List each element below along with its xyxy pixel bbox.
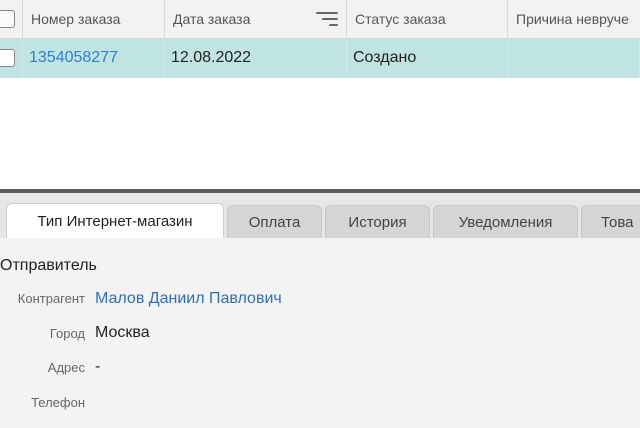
column-header-label: Номер заказа [31, 11, 121, 27]
field-label-address: Адрес [47, 360, 85, 375]
order-date-value: 12.08.2022 [171, 49, 252, 66]
counterparty-link[interactable]: Малов Даниил Павлович [95, 290, 282, 308]
tab-online-store-type[interactable]: Тип Интернет-магазин [6, 203, 224, 238]
detail-tabs: Тип Интернет-магазин Оплата История Увед… [0, 193, 640, 238]
tab-payment[interactable]: Оплата [227, 205, 322, 238]
order-number-link[interactable]: 1354058277 [29, 49, 118, 67]
section-title: Отправитель [0, 257, 97, 274]
table-row[interactable]: 1354058277 12.08.2022 Создано [0, 39, 640, 78]
tab-notifications[interactable]: Уведомления [433, 205, 578, 238]
field-label-city: Город [49, 326, 85, 341]
select-all-checkbox-icon[interactable] [0, 10, 15, 28]
column-header-reason[interactable]: Причина невруче [508, 0, 640, 38]
field-label-phone: Телефон [31, 395, 85, 410]
order-status-cell: Создано [347, 39, 508, 77]
column-header-order-status[interactable]: Статус заказа [347, 0, 508, 38]
tab-history[interactable]: История [325, 205, 430, 238]
city-value: Москва [95, 324, 150, 341]
row-select-cell [0, 39, 23, 77]
column-header-label: Дата заказа [173, 11, 251, 27]
orders-grid: Номер заказа Дата заказа Статус заказа П… [0, 0, 640, 190]
tab-goods[interactable]: Това [581, 205, 640, 238]
column-header-order-number[interactable]: Номер заказа [23, 0, 165, 38]
sender-details-panel: Отправитель Контрагент Малов Даниил Павл… [0, 238, 640, 428]
column-header-label: Статус заказа [355, 11, 446, 27]
reason-cell [508, 39, 640, 77]
row-checkbox-icon[interactable] [0, 49, 15, 67]
field-label-counterparty: Контрагент [17, 291, 85, 306]
column-header-label: Причина невруче [516, 11, 629, 27]
order-date-cell: 12.08.2022 [165, 39, 347, 77]
column-header-order-date[interactable]: Дата заказа [165, 0, 347, 38]
select-column-header [0, 0, 23, 38]
order-number-cell: 1354058277 [23, 39, 165, 77]
filter-icon[interactable] [316, 12, 338, 26]
grid-header: Номер заказа Дата заказа Статус заказа П… [0, 0, 640, 39]
order-status-value: Создано [353, 49, 417, 66]
address-value: - [95, 358, 101, 375]
